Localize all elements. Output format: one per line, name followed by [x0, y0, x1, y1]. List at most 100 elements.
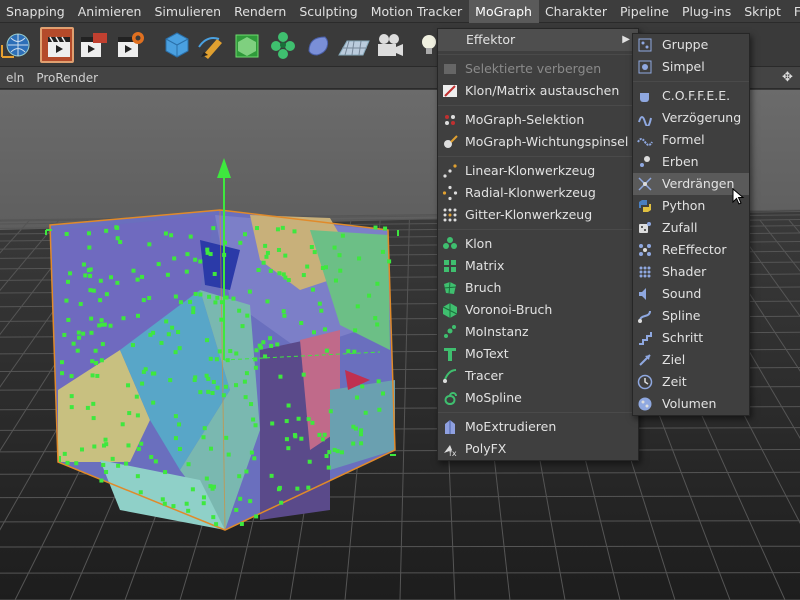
clone-point — [226, 452, 231, 457]
clone-point — [214, 522, 219, 527]
clone-point — [140, 274, 145, 279]
deformer-icon[interactable] — [301, 27, 335, 63]
clone-point — [355, 304, 360, 309]
clone-point — [211, 379, 216, 384]
pen-spline-icon[interactable] — [195, 27, 229, 63]
clone-point — [69, 405, 74, 410]
menu-item-linear-clone[interactable]: Linear-Klonwerkzeug — [438, 160, 638, 182]
clone-point — [120, 422, 125, 427]
clone-point — [201, 495, 206, 500]
menu-item-mospline[interactable]: MoSpline — [438, 387, 638, 409]
clone-point — [373, 225, 378, 230]
viewport-menu-prorender[interactable]: ProRender — [30, 71, 104, 85]
menu-rendern[interactable]: Rendern — [228, 0, 293, 23]
menu-item-motext[interactable]: MoText — [438, 343, 638, 365]
menu-item-moinstanz[interactable]: MoInstanz — [438, 321, 638, 343]
clone-point — [193, 375, 198, 380]
effector-verzoegerung[interactable]: Verzögerung — [633, 107, 749, 129]
clone-point — [147, 242, 152, 247]
clone-point — [375, 322, 380, 327]
clone-point — [240, 324, 245, 329]
clone-point — [170, 325, 175, 330]
clone-point — [118, 240, 123, 245]
effector-shader[interactable]: Shader — [633, 261, 749, 283]
clone-point — [214, 357, 219, 362]
effector-ziel[interactable]: Ziel — [633, 349, 749, 371]
menu-plugins[interactable]: Plug-ins — [676, 0, 738, 23]
effector-spline[interactable]: Spline — [633, 305, 749, 327]
menu-item-tracer[interactable]: Tracer — [438, 365, 638, 387]
menu-item-swap[interactable]: Klon/Matrix austauschen — [438, 80, 638, 102]
render-picture-viewer-icon[interactable] — [77, 27, 111, 63]
menu-mograph[interactable]: MoGraph — [469, 0, 539, 23]
menu-item-moextrude[interactable]: MoExtrudieren — [438, 416, 638, 438]
linear-clone-icon — [442, 163, 458, 179]
effector-simpel[interactable]: Simpel — [633, 56, 749, 78]
menu-sculpting[interactable]: Sculpting — [293, 0, 364, 23]
clone-point — [317, 432, 322, 437]
menu-charakter[interactable]: Charakter — [539, 0, 614, 23]
clone-point — [360, 384, 365, 389]
render-view-icon[interactable] — [40, 27, 74, 63]
mograph-cloner-icon[interactable] — [266, 27, 300, 63]
hide-selected-icon — [442, 61, 458, 77]
menu-pipeline[interactable]: Pipeline — [614, 0, 676, 23]
menu-fenster[interactable]: Fenster — [788, 0, 800, 23]
effector-schritt[interactable]: Schritt — [633, 327, 749, 349]
effector-volumen[interactable]: Volumen — [633, 393, 749, 415]
clone-point — [173, 414, 178, 419]
effector-zeit[interactable]: Zeit — [633, 371, 749, 393]
clone-point — [169, 233, 174, 238]
menu-item-radial-clone[interactable]: Radial-Klonwerkzeug — [438, 182, 638, 204]
effector-erben[interactable]: Erben — [633, 151, 749, 173]
render-settings-icon[interactable] — [114, 27, 148, 63]
menu-item-matrix[interactable]: Matrix — [438, 255, 638, 277]
effector-sound[interactable]: Sound — [633, 283, 749, 305]
effector-formel[interactable]: Formel — [633, 129, 749, 151]
floor-icon[interactable] — [337, 27, 371, 63]
camera-icon[interactable] — [372, 27, 406, 63]
clone-point — [346, 349, 351, 354]
clone-point — [188, 299, 193, 304]
menu-item-selection[interactable]: MoGraph-Selektion — [438, 109, 638, 131]
clone-point — [373, 316, 378, 321]
clone-point — [359, 441, 364, 446]
clone-point — [201, 435, 206, 440]
menu-simulieren[interactable]: Simulieren — [148, 0, 228, 23]
clone-point — [88, 273, 93, 278]
menu-item-voronoi[interactable]: Voronoi-Bruch — [438, 299, 638, 321]
clone-point — [60, 371, 65, 376]
menu-snapping[interactable]: Snapping — [0, 0, 72, 23]
menu-item-weight-brush[interactable]: MoGraph-Wichtungspinsel — [438, 131, 638, 153]
effector-zufall[interactable]: Zufall — [633, 217, 749, 239]
mograph-dropdown-menu: Effektor ▶ Selektierte verbergen Klon/Mat… — [437, 28, 639, 461]
clone-point — [337, 253, 342, 258]
clone-point — [238, 496, 243, 501]
viewport-menu-panel[interactable]: eln — [0, 71, 30, 85]
move-view-icon[interactable]: ✥ — [782, 70, 793, 85]
menu-motion-tracker[interactable]: Motion Tracker — [365, 0, 469, 23]
menu-item-effektor[interactable]: Effektor ▶ — [438, 29, 638, 51]
cube-icon[interactable] — [160, 27, 194, 63]
menu-item-polyfx[interactable]: fx PolyFX — [438, 438, 638, 460]
menu-animieren[interactable]: Animieren — [72, 0, 149, 23]
clone-point — [98, 298, 103, 303]
clone-point — [99, 358, 104, 363]
clone-point — [324, 348, 329, 353]
effector-submenu: Gruppe Simpel C.O.F.F.E.E. Verzögerung F… — [632, 33, 750, 416]
coordinate-system-icon[interactable] — [0, 27, 34, 63]
menu-item-klon[interactable]: Klon — [438, 233, 638, 255]
menu-item-bruch[interactable]: Bruch — [438, 277, 638, 299]
menu-skript[interactable]: Skript — [738, 0, 788, 23]
effector-reeffector[interactable]: ReEffector — [633, 239, 749, 261]
effector-gruppe[interactable]: Gruppe — [633, 34, 749, 56]
clone-point — [103, 437, 108, 442]
clone-point — [165, 272, 170, 277]
effector-coffee[interactable]: C.O.F.F.E.E. — [633, 85, 749, 107]
nurbs-icon[interactable] — [230, 27, 264, 63]
clone-point — [108, 323, 113, 328]
menu-item-grid-clone[interactable]: Gitter-Klonwerkzeug — [438, 204, 638, 226]
reeffector-icon — [637, 242, 653, 258]
clone-point — [134, 394, 139, 399]
clone-point — [83, 273, 88, 278]
